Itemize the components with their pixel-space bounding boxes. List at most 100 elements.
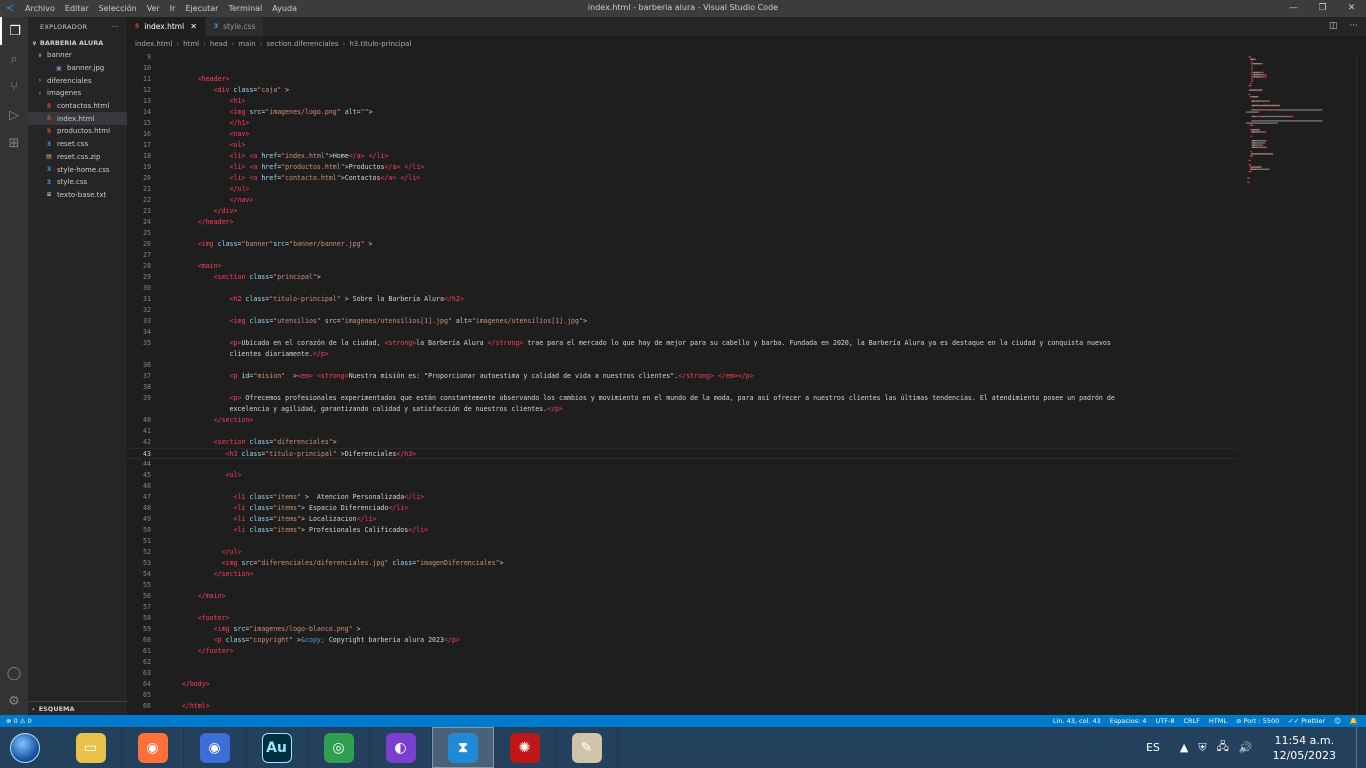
more-actions-icon[interactable]: ··· — [1349, 21, 1358, 31]
taskbar-vscode[interactable]: ⧗ — [432, 727, 494, 768]
problems-indicator[interactable]: ⊗ 0 ⚠ 0 — [6, 717, 32, 725]
code-line[interactable]: 16 <nav> — [127, 129, 1238, 140]
taskbar-security-app[interactable]: ✺ — [494, 727, 556, 768]
project-section[interactable]: ∨ BARBERIA ALURA — [28, 37, 127, 49]
code-line[interactable]: 55 — [127, 580, 1238, 591]
menu-item[interactable]: Ejecutar — [180, 4, 223, 13]
menu-item[interactable]: Editar — [60, 4, 94, 13]
file-tree-item[interactable]: 5 contactos.html — [28, 100, 127, 113]
language-mode[interactable]: HTML — [1209, 717, 1227, 725]
code-line[interactable]: 66 </html> — [127, 701, 1238, 712]
file-tree-item[interactable]: 5 productos.html — [28, 125, 127, 138]
code-line[interactable]: 40 </section> — [127, 415, 1238, 426]
code-line[interactable]: 42 <section class="diferenciales"> — [127, 437, 1238, 448]
code-line[interactable]: 20 <li> <a href="contacto.html">Contacto… — [127, 173, 1238, 184]
code-line[interactable]: 38 — [127, 382, 1238, 393]
code-line[interactable]: 63 — [127, 668, 1238, 679]
code-line[interactable]: 51 — [127, 536, 1238, 547]
code-line[interactable]: 60 <p class="copyright" >&copy; Copyrigh… — [127, 635, 1238, 646]
start-button[interactable] — [0, 727, 50, 768]
menu-item[interactable]: Selección — [94, 4, 142, 13]
minimap[interactable] — [1238, 52, 1356, 715]
split-editor-icon[interactable]: ◫ — [1329, 21, 1338, 31]
code-line[interactable]: excelencia y agilidad, garantizando cali… — [127, 404, 1238, 415]
clock[interactable]: 11:54 a.m. 12/05/2023 — [1273, 733, 1336, 763]
taskbar-chrome[interactable]: ◎ — [308, 727, 370, 768]
taskbar-paint[interactable]: ✎ — [556, 727, 618, 768]
code-editor[interactable]: 9 10 11 <header> 12 <div class="caja" >13 <… — [127, 52, 1238, 715]
taskbar-firefox[interactable]: ◉ — [122, 727, 184, 768]
taskbar-browser-mask[interactable]: ◐ — [370, 727, 432, 768]
code-line[interactable]: 53 <img src="diferenciales/diferenciales… — [127, 558, 1238, 569]
menu-item[interactable]: Archivo — [20, 4, 60, 13]
code-line[interactable]: 15 </h1> — [127, 118, 1238, 129]
code-line[interactable]: 36 — [127, 360, 1238, 371]
file-tree-item[interactable]: ▤ reset.css.zip — [28, 151, 127, 164]
code-line[interactable]: 45 <ul> — [127, 470, 1238, 481]
code-line[interactable]: 27 — [127, 250, 1238, 261]
code-line[interactable]: 59 <img src="imagenes/logo-blanco.png" > — [127, 624, 1238, 635]
code-line[interactable]: 14 <img src="imagenes/logo.png" alt=""> — [127, 107, 1238, 118]
code-line[interactable]: 10 — [127, 63, 1238, 74]
show-desktop-button[interactable] — [1356, 727, 1366, 768]
menu-item[interactable]: Ir — [165, 4, 181, 13]
file-tree-item[interactable]: 3 reset.css — [28, 138, 127, 151]
code-line[interactable]: 52 </ul> — [127, 547, 1238, 558]
code-line[interactable]: 64 </body> — [127, 679, 1238, 690]
eol-setting[interactable]: CRLF — [1183, 717, 1199, 725]
breadcrumb-item[interactable]: html — [183, 40, 199, 48]
language-indicator[interactable]: ES — [1146, 741, 1160, 754]
breadcrumb-item[interactable]: main — [238, 40, 256, 48]
taskbar-firefox-dev[interactable]: ◉ — [184, 727, 246, 768]
breadcrumb-item[interactable]: section.diferenciales — [267, 40, 339, 48]
extensions-icon[interactable]: ⊞ — [0, 129, 28, 157]
code-line[interactable]: 61 </footer> — [127, 646, 1238, 657]
code-line[interactable]: 57 — [127, 602, 1238, 613]
search-icon[interactable]: ⌕ — [0, 45, 28, 73]
code-line[interactable]: 30 — [127, 283, 1238, 294]
prettier-status[interactable]: ✓✓ Prettier — [1288, 717, 1325, 725]
breadcrumb-item[interactable]: h3.titulo-principal — [349, 40, 411, 48]
code-line[interactable]: 18 <li> <a href="index.html">Home</a> </… — [127, 151, 1238, 162]
code-line[interactable]: 46 — [127, 481, 1238, 492]
code-line[interactable]: 19 <li> <a href="productos.html">Product… — [127, 162, 1238, 173]
code-line[interactable]: 43 <h3 class="titulo-principal" >Diferen… — [127, 448, 1238, 459]
code-line[interactable]: 35 <p>Ubicada en el corazón de la ciudad… — [127, 338, 1238, 349]
taskbar-file-explorer[interactable]: ▭ — [60, 727, 122, 768]
file-tree-item[interactable]: ≡ texto-base.txt — [28, 189, 127, 202]
close-window-button[interactable]: ✕ — [1337, 0, 1366, 17]
code-line[interactable]: 37 <p id="mision" ><em> <strong>Nuestra … — [127, 371, 1238, 382]
notifications-icon[interactable]: 🔔 — [1350, 717, 1358, 725]
code-line[interactable]: 31 <h2 class="titulo-principal" > Sobre … — [127, 294, 1238, 305]
code-line[interactable]: 26 <img class="banner"src="banner/banner… — [127, 239, 1238, 250]
run-debug-icon[interactable]: ▷ — [0, 101, 28, 129]
code-line[interactable]: 22 </nav> — [127, 195, 1238, 206]
file-tree-item[interactable]: › imagenes — [28, 87, 127, 100]
encoding-setting[interactable]: UTF-8 — [1156, 717, 1175, 725]
code-line[interactable]: 34 — [127, 327, 1238, 338]
tab-index-html[interactable]: 5 index.html ✕ — [127, 17, 206, 36]
menu-item[interactable]: Ayuda — [267, 4, 302, 13]
code-line[interactable]: clientes diariamente.</p> — [127, 349, 1238, 360]
code-line[interactable]: 50 <li class="items"> Profesionales Cali… — [127, 525, 1238, 536]
code-line[interactable]: 44 — [127, 459, 1238, 470]
cursor-position[interactable]: Lín. 43, col. 43 — [1053, 717, 1101, 725]
code-line[interactable]: 62 — [127, 657, 1238, 668]
code-line[interactable]: 48 <li class="items"> Espacio Diferencia… — [127, 503, 1238, 514]
code-line[interactable]: 28 <main> — [127, 261, 1238, 272]
breadcrumb-item[interactable]: head — [210, 40, 227, 48]
feedback-icon[interactable]: ☺ — [1334, 717, 1341, 725]
file-tree-item[interactable]: › diferenciales — [28, 74, 127, 87]
code-line[interactable]: 33 <img class="utensilios" src="imagenes… — [127, 316, 1238, 327]
code-line[interactable]: 13 <h1> — [127, 96, 1238, 107]
outline-section[interactable]: › ESQUEMA — [28, 701, 127, 715]
minimize-button[interactable]: — — [1279, 0, 1308, 17]
indentation-setting[interactable]: Espacios: 4 — [1110, 717, 1147, 725]
tray-expand-icon[interactable]: ▲ — [1180, 741, 1188, 754]
code-line[interactable]: 41 — [127, 426, 1238, 437]
network-icon[interactable]: 🖧 — [1217, 738, 1229, 757]
account-icon[interactable]: ◯ — [0, 659, 28, 687]
code-line[interactable]: 32 — [127, 305, 1238, 316]
code-line[interactable]: 11 <header> — [127, 74, 1238, 85]
code-line[interactable]: 21 </ul> — [127, 184, 1238, 195]
